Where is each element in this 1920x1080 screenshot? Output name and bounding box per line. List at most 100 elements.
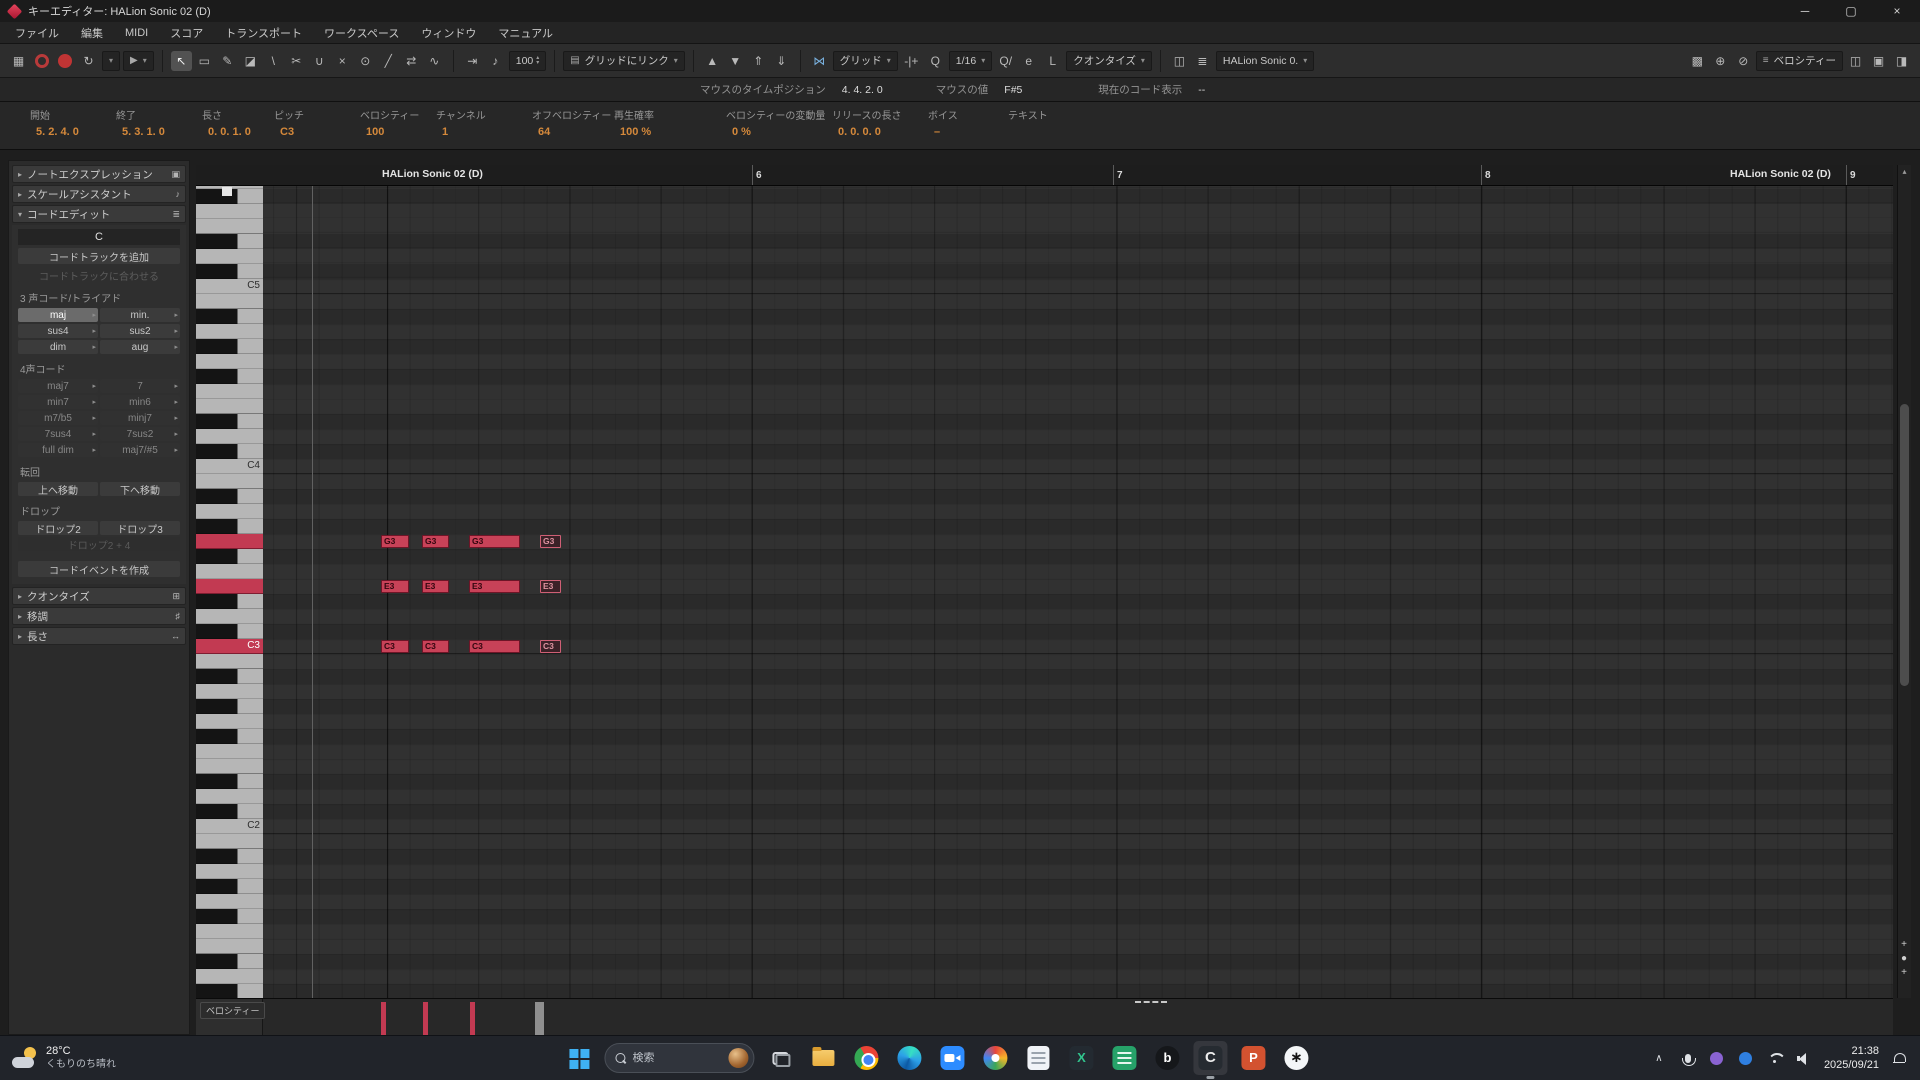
zoom-tool[interactable]: ⊙ [355,51,376,71]
midi-note[interactable]: G3 [540,535,561,548]
seventh-chord-button[interactable]: 7sus4 [18,427,98,441]
minimize-button[interactable]: ─ [1782,0,1828,22]
excel-dark-icon[interactable]: X [1064,1041,1098,1075]
lower-zone-icon[interactable]: ▣ [1868,51,1889,71]
lane-resize-dashes-icon[interactable] [1135,1001,1167,1003]
move-up-octave-icon[interactable]: ⇑ [748,51,769,71]
piano-key-A#2[interactable] [196,669,263,684]
menu-item[interactable]: 編集 [70,23,114,43]
piano-key-C#3[interactable] [196,624,263,639]
triad-button[interactable]: min. [100,308,180,322]
piano-key-C#5[interactable] [196,264,263,279]
menu-item[interactable]: スコア [159,23,214,43]
curve-tool[interactable]: ∿ [424,51,445,71]
move-up-icon[interactable]: ▲ [702,51,723,71]
status-field[interactable]: 現在のコード表示 -- [1098,82,1258,97]
menu-item[interactable]: ファイル [4,23,70,43]
piano-key-G2[interactable] [196,714,263,729]
range-selection-tool[interactable]: ▭ [194,51,215,71]
info-field[interactable]: 長さ 0. 0. 1. 0 [202,107,274,149]
info-field[interactable]: 再生確率 100 % [614,107,726,149]
piano-key-A4[interactable] [196,324,263,339]
search-highlight-icon[interactable] [728,1048,749,1068]
global-tracks-icon[interactable]: ⊕ [1710,51,1731,71]
piano-key-D5[interactable] [196,249,263,264]
piano-key-C5[interactable]: C5 [196,279,263,294]
glue-tool[interactable]: ∪ [309,51,330,71]
piano-key-G#3[interactable] [196,519,263,534]
cubase-icon[interactable]: C [1193,1041,1228,1079]
piano-key-E1[interactable] [196,939,263,954]
triad-button[interactable]: aug [100,340,180,354]
midi-note[interactable]: C3 [381,640,409,653]
triad-button[interactable]: maj [18,308,98,322]
info-field[interactable]: オフベロシティー 64 [532,107,614,149]
piano-key-D3[interactable] [196,609,263,624]
hidden-icons-chevron-icon[interactable]: ∧ [1650,1049,1668,1067]
drop-button[interactable]: ドロップ3 [100,521,180,536]
solo-editor-button[interactable] [35,53,49,68]
piano-key-D#4[interactable] [196,414,263,429]
right-zone-icon[interactable]: ◨ [1891,51,1912,71]
info-field[interactable]: ベロシティー 100 [360,107,436,149]
object-selection-tool[interactable]: ↖ [170,50,192,71]
piano-key-D#5[interactable] [196,234,263,249]
notepad-icon[interactable] [1021,1041,1055,1075]
piano-key-G4[interactable] [196,354,263,369]
piano-key-C2[interactable]: C2 [196,819,263,834]
browser-icon[interactable] [978,1041,1012,1075]
taskbar-clock[interactable]: 21:38 2025/09/21 [1824,1044,1879,1073]
task-view-icon[interactable] [763,1041,797,1075]
seventh-chord-button[interactable]: full dim [18,443,98,457]
vertical-scrollbar[interactable]: ▴ [1897,165,1911,998]
grid-plus-minus-button[interactable]: -|+ [901,51,922,71]
scroll-up-icon[interactable]: ▴ [1898,165,1911,176]
menu-item[interactable]: MIDI [114,25,159,41]
piano-key-F#2[interactable] [196,729,263,744]
section-length[interactable]: 長さ ↔ [12,627,186,645]
video-call-app-icon[interactable] [935,1041,969,1075]
piano-key-A#4[interactable] [196,309,263,324]
info-field[interactable]: テキスト [1008,107,1048,149]
zoom-in-button[interactable]: + [1901,940,1907,950]
info-field[interactable]: ボイス – [928,107,1008,149]
piano-key-E3[interactable] [196,579,263,594]
chrome-icon[interactable] [849,1041,883,1075]
quantize-q-button[interactable]: Q [925,51,946,71]
triad-button[interactable]: sus4 [18,324,98,338]
keyboard-zoom-handle[interactable] [222,187,232,196]
weather-widget[interactable]: 28°C くもりのち晴れ [0,1045,300,1070]
piano-key-G#2[interactable] [196,699,263,714]
independent-loop-icon[interactable]: ⊘ [1733,51,1754,71]
quantize-preset-dropdown[interactable]: 1/16 [948,50,993,71]
piano-key-E2[interactable] [196,759,263,774]
piano-key-B4[interactable] [196,294,263,309]
show-part-borders-icon[interactable]: ◫ [1169,51,1190,71]
info-field[interactable]: リリースの長さ 0. 0. 0. 0 [832,107,928,149]
velocity-bar[interactable] [381,1002,386,1035]
section-transpose[interactable]: 移調 ♯ [12,607,186,625]
midi-note[interactable]: E3 [381,580,409,593]
triad-button[interactable]: dim [18,340,98,354]
autoscroll-dropdown[interactable]: ▶ [123,50,154,71]
midi-note[interactable]: C3 [540,640,561,653]
menu-item[interactable]: ワークスペース [313,23,410,43]
piano-key-G3[interactable] [196,534,263,549]
midi-note[interactable]: C3 [469,640,520,653]
erase-tool[interactable]: ◪ [240,51,261,71]
midi-note[interactable]: C3 [422,640,449,653]
time-warp-tool[interactable]: ⇄ [401,51,422,71]
move-down-octave-icon[interactable]: ⇓ [771,51,792,71]
seventh-chord-button[interactable]: m7/b5 [18,411,98,425]
insert-velocity-spinner[interactable]: 100 ▴ ▾ [508,50,547,71]
chatgpt-icon[interactable]: ∗ [1279,1041,1313,1075]
piano-key-G1[interactable] [196,894,263,909]
split-tool[interactable]: ✂ [286,51,307,71]
piano-key-F#4[interactable] [196,369,263,384]
piano-key-C#2[interactable] [196,804,263,819]
piano-key-A#1[interactable] [196,849,263,864]
start-button[interactable] [561,1041,595,1075]
info-field[interactable]: 開始 5. 2. 4. 0 [30,107,116,149]
piano-key-F#3[interactable] [196,549,263,564]
info-field[interactable]: ベロシティーの変動量 0 % [726,107,832,149]
